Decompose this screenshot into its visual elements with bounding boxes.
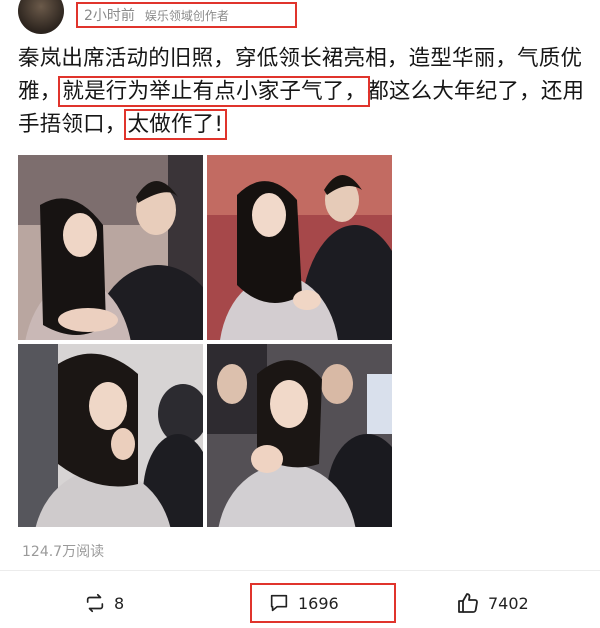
photo-4[interactable] (207, 344, 392, 527)
post-text-highlight1: 就是行为举止有点小家子气了， (58, 76, 371, 107)
comment-count: 1696 (298, 593, 339, 613)
like-button[interactable]: 7402 (456, 586, 529, 620)
comment-button[interactable]: 1696 (250, 583, 396, 623)
photo-3[interactable] (18, 344, 203, 527)
photo-grid (18, 155, 392, 527)
post-body: 秦岚出席活动的旧照，穿低领长裙亮相，造型华丽，气质优雅，就是行为举止有点小家子气… (18, 42, 590, 141)
like-count: 7402 (488, 593, 529, 613)
photo-2-image (207, 155, 392, 340)
avatar[interactable] (18, 0, 64, 34)
photo-3-image (18, 344, 203, 527)
post-time: 2小时前 (84, 8, 135, 24)
repost-count: 8 (114, 593, 125, 613)
repost-button[interactable]: 8 (84, 586, 124, 620)
photo-2[interactable] (207, 155, 392, 340)
read-count: 124.7万阅读 (22, 544, 105, 560)
photo-4-image (207, 344, 392, 527)
post-meta: 2小时前 娱乐领域创作者 (76, 2, 297, 28)
post-header: 2小时前 娱乐领域创作者 (0, 0, 600, 34)
author-tag: 娱乐领域创作者 (144, 8, 229, 23)
thumbs-up-icon (456, 591, 480, 615)
post-text-highlight2: 太做作了! (123, 109, 228, 140)
photo-1[interactable] (18, 155, 203, 340)
action-bar: 8 1696 7402 (0, 580, 600, 624)
repost-icon (84, 592, 106, 614)
divider (0, 570, 600, 571)
photo-1-image (18, 155, 203, 340)
comment-icon (268, 592, 290, 614)
